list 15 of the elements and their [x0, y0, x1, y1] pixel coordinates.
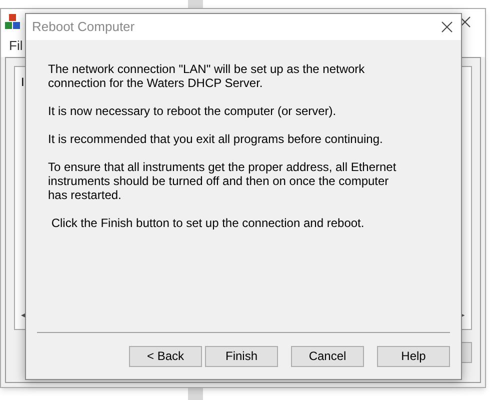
- app-icon: [5, 14, 21, 30]
- message-text: Click the Finish button to set up the connection and reboot.: [50, 216, 366, 230]
- window-title: Reboot Computer: [32, 18, 135, 36]
- close-icon[interactable]: [441, 21, 453, 33]
- dialog-button[interactable]: Cancel: [291, 346, 364, 366]
- message-text: The network connection "LAN" will be set up as the network connection for the Waters DHCP Server.: [48, 62, 366, 90]
- dialog-button[interactable]: < Back: [129, 346, 202, 366]
- message-text: It is recommended that you exit all programs before continuing.: [48, 132, 384, 146]
- close-icon[interactable]: [459, 16, 471, 28]
- dialog-button[interactable]: Help: [377, 346, 450, 366]
- dialog-button[interactable]: Finish: [205, 346, 278, 366]
- menu-item[interactable]: Fil: [9, 36, 23, 56]
- panel-text: I: [21, 74, 24, 91]
- message-text: To ensure that all instruments get the proper address, all Ethernet instruments should be turned off and then on once the computer has restarted.: [48, 160, 398, 202]
- message-text: It is now necessary to reboot the computer (or server).: [48, 104, 338, 118]
